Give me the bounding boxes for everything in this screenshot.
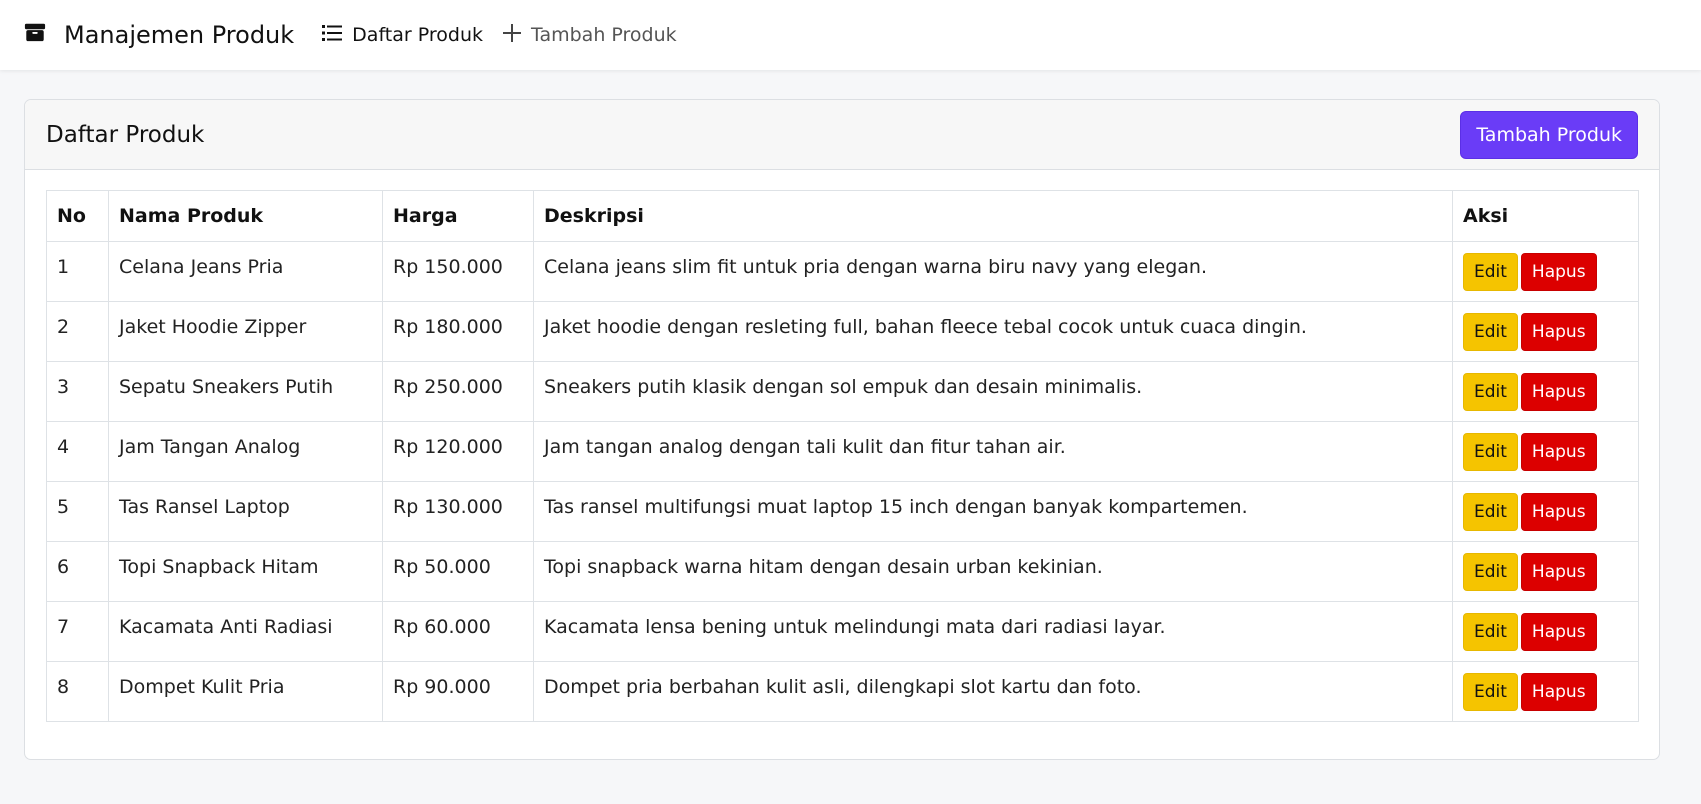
cell-deskripsi: Kacamata lensa bening untuk melindungi m… (533, 601, 1453, 662)
cell-harga: Rp 120.000 (382, 421, 534, 482)
cell-no: 7 (46, 601, 109, 662)
header-nama-produk: Nama Produk (108, 190, 383, 242)
brand-title: Manajemen Produk (64, 21, 295, 49)
table-row: 6 Topi Snapback Hitam Rp 50.000 Topi snapba… (46, 541, 1639, 602)
table-row: 3 Sepatu Sneakers Putih Rp 250.000 Sneakers… (46, 361, 1639, 422)
cell-harga: Rp 90.000 (382, 661, 534, 722)
cell-no: 6 (46, 541, 109, 602)
cell-nama-produk: Sepatu Sneakers Putih (108, 361, 383, 422)
table-row: 4 Jam Tangan Analog Rp 120.000 Jam tangan a… (46, 421, 1639, 482)
header-no: No (46, 190, 109, 242)
table-row: 2 Jaket Hoodie Zipper Rp 180.000 Jaket hood… (46, 301, 1639, 362)
cell-harga: Rp 180.000 (382, 301, 534, 362)
delete-button[interactable]: Hapus (1520, 613, 1597, 651)
card-title: Daftar Produk (46, 121, 205, 148)
card-body: No Nama Produk Harga Deskripsi Aksi 1 Cel… (25, 170, 1659, 742)
nav-daftar-produk-label: Daftar Produk (352, 24, 483, 46)
edit-button[interactable]: Edit (1463, 553, 1518, 591)
cell-no: 3 (46, 361, 109, 422)
cell-nama-produk: Tas Ransel Laptop (108, 481, 383, 542)
table-row: 7 Kacamata Anti Radiasi Rp 60.000 Kacamata … (46, 601, 1639, 662)
box-icon (24, 21, 64, 49)
cell-deskripsi: Sneakers putih klasik dengan sol empuk d… (533, 361, 1453, 422)
header-deskripsi: Deskripsi (533, 190, 1453, 242)
cell-aksi: Edit Hapus (1452, 541, 1639, 602)
cell-no: 1 (46, 241, 109, 302)
cell-nama-produk: Jaket Hoodie Zipper (108, 301, 383, 362)
delete-button[interactable]: Hapus (1520, 433, 1597, 471)
cell-no: 5 (46, 481, 109, 542)
delete-button[interactable]: Hapus (1520, 673, 1597, 711)
product-card: Daftar Produk Tambah Produk No Nama Prod… (24, 99, 1660, 760)
add-product-button[interactable]: Tambah Produk (1460, 110, 1638, 159)
delete-button[interactable]: Hapus (1520, 253, 1597, 291)
cell-aksi: Edit Hapus (1452, 361, 1639, 422)
table-row: 8 Dompet Kulit Pria Rp 90.000 Dompet pria b… (46, 661, 1639, 722)
cell-aksi: Edit Hapus (1452, 481, 1639, 542)
cell-aksi: Edit Hapus (1452, 421, 1639, 482)
nav-tambah-produk-label: Tambah Produk (531, 24, 677, 46)
cell-harga: Rp 50.000 (382, 541, 534, 602)
edit-button[interactable]: Edit (1463, 673, 1518, 711)
cell-nama-produk: Celana Jeans Pria (108, 241, 383, 302)
delete-button[interactable]: Hapus (1520, 373, 1597, 411)
cell-no: 2 (46, 301, 109, 362)
cell-aksi: Edit Hapus (1452, 661, 1639, 722)
cell-nama-produk: Kacamata Anti Radiasi (108, 601, 383, 662)
cell-aksi: Edit Hapus (1452, 301, 1639, 362)
list-icon (322, 24, 352, 47)
header-aksi: Aksi (1452, 190, 1639, 242)
cell-aksi: Edit Hapus (1452, 241, 1639, 302)
product-table: No Nama Produk Harga Deskripsi Aksi 1 Cel… (46, 190, 1639, 722)
delete-button[interactable]: Hapus (1520, 493, 1597, 531)
delete-button[interactable]: Hapus (1520, 553, 1597, 591)
nav-tambah-produk[interactable]: Tambah Produk (503, 23, 677, 47)
cell-no: 8 (46, 661, 109, 722)
edit-button[interactable]: Edit (1463, 253, 1518, 291)
cell-deskripsi: Jam tangan analog dengan tali kulit dan … (533, 421, 1453, 482)
table-row: 1 Celana Jeans Pria Rp 150.000 Celana jeans… (46, 241, 1639, 302)
edit-button[interactable]: Edit (1463, 313, 1518, 351)
cell-nama-produk: Topi Snapback Hitam (108, 541, 383, 602)
cell-harga: Rp 250.000 (382, 361, 534, 422)
header-harga: Harga (382, 190, 534, 242)
table-row: 5 Tas Ransel Laptop Rp 130.000 Tas ransel m… (46, 481, 1639, 542)
table-header-row: No Nama Produk Harga Deskripsi Aksi (46, 190, 1639, 242)
cell-aksi: Edit Hapus (1452, 601, 1639, 662)
cell-deskripsi: Topi snapback warna hitam dengan desain … (533, 541, 1453, 602)
plus-icon (503, 23, 531, 47)
cell-deskripsi: Tas ransel multifungsi muat laptop 15 in… (533, 481, 1453, 542)
edit-button[interactable]: Edit (1463, 613, 1518, 651)
card-header: Daftar Produk Tambah Produk (25, 100, 1659, 170)
cell-deskripsi: Jaket hoodie dengan resleting full, baha… (533, 301, 1453, 362)
cell-harga: Rp 130.000 (382, 481, 534, 542)
delete-button[interactable]: Hapus (1520, 313, 1597, 351)
cell-no: 4 (46, 421, 109, 482)
cell-deskripsi: Dompet pria berbahan kulit asli, dilengk… (533, 661, 1453, 722)
cell-deskripsi: Celana jeans slim fit untuk pria dengan … (533, 241, 1453, 302)
cell-nama-produk: Jam Tangan Analog (108, 421, 383, 482)
brand[interactable]: Manajemen Produk (24, 21, 294, 49)
cell-harga: Rp 150.000 (382, 241, 534, 302)
cell-harga: Rp 60.000 (382, 601, 534, 662)
navbar: Manajemen Produk Daftar Produk Tambah Pr… (0, 0, 1701, 70)
cell-nama-produk: Dompet Kulit Pria (108, 661, 383, 722)
edit-button[interactable]: Edit (1463, 493, 1518, 531)
edit-button[interactable]: Edit (1463, 433, 1518, 471)
nav-daftar-produk[interactable]: Daftar Produk (322, 24, 483, 47)
edit-button[interactable]: Edit (1463, 373, 1518, 411)
